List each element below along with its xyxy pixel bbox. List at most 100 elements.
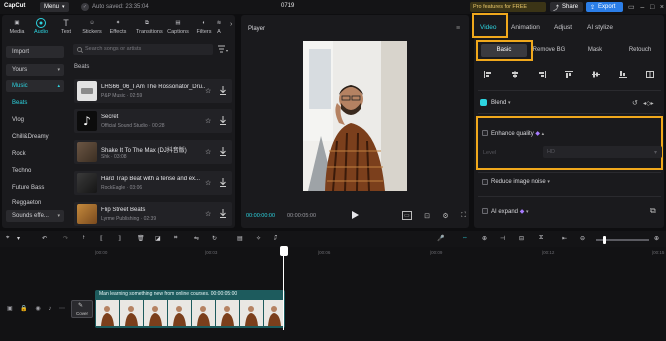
play-button[interactable] — [352, 211, 359, 219]
tab-animation[interactable]: Animation — [511, 24, 540, 31]
redo-icon[interactable]: ↷ — [63, 235, 68, 242]
category-yours[interactable]: Yours ▾ — [6, 64, 64, 76]
subtab-retouch[interactable]: Retouch — [622, 44, 658, 57]
snap-icon[interactable]: ⊣ — [500, 235, 505, 242]
import-button[interactable]: Import — [6, 46, 64, 58]
tabs-scroll-right-icon[interactable]: › — [230, 21, 232, 28]
zoom-fit-icon[interactable]: ⇤ — [562, 235, 567, 242]
select-tool-icon[interactable]: ⌖ — [6, 235, 9, 242]
category-sound-effects[interactable]: Sounds effe... ▾ — [6, 210, 64, 222]
reset-icon[interactable]: ↺ — [632, 99, 638, 107]
category-reggaeton[interactable]: Reggaeton — [6, 199, 64, 207]
export-button[interactable]: ⇪ Export — [586, 2, 623, 12]
tab-filters[interactable]: ◐ Filters — [193, 17, 215, 39]
voice-icon[interactable]: ⎎ — [274, 235, 277, 242]
zoom-in-icon[interactable]: ⊕ — [654, 235, 659, 242]
chevron-down-icon[interactable]: ▾ — [17, 235, 20, 242]
blend-checkbox[interactable] — [480, 99, 487, 106]
distribute-icon[interactable] — [646, 71, 654, 78]
eye-icon[interactable]: ◉ — [35, 305, 40, 312]
category-beats[interactable]: Beats — [6, 97, 64, 109]
category-rock[interactable]: Rock — [6, 148, 64, 160]
tab-text[interactable]: T Text — [55, 17, 77, 39]
preview-axis-icon[interactable]: ⊟ — [519, 235, 524, 242]
favorite-star-icon[interactable]: ☆ — [205, 179, 211, 187]
align-bottom-icon[interactable] — [619, 71, 627, 78]
microphone-icon[interactable]: 🎤 — [437, 235, 444, 242]
split-right-icon[interactable]: ⟧ — [118, 235, 121, 242]
zoom-out-icon[interactable]: ⊖ — [580, 235, 585, 242]
tab-adjust[interactable]: Adjust — [554, 24, 572, 31]
cut-icon[interactable]: ⧖ — [539, 235, 543, 242]
menu-icon[interactable]: ≡ — [456, 25, 460, 32]
aspect-ratio-icon[interactable]: ▭ — [402, 211, 412, 220]
crop-icon[interactable]: ⌗ — [174, 235, 177, 242]
align-left-icon[interactable] — [484, 71, 492, 78]
track-item[interactable]: Shake It To The Max (DJ抖音版) Shk · 03:08 … — [74, 140, 232, 164]
speaker-icon[interactable]: ♪ — [48, 306, 51, 312]
subtab-mask[interactable]: Mask — [580, 44, 610, 57]
download-icon[interactable] — [219, 209, 227, 218]
tab-audio[interactable]: Audio — [30, 17, 52, 39]
mask-icon[interactable]: ◪ — [155, 235, 161, 242]
align-top-icon[interactable] — [565, 71, 573, 78]
category-techno[interactable]: Techno — [6, 165, 64, 177]
minimize-icon[interactable]: – — [640, 4, 644, 11]
split-left-icon[interactable]: ⟦ — [100, 235, 103, 242]
subtab-basic[interactable]: Basic — [481, 44, 527, 57]
favorite-star-icon[interactable]: ☆ — [205, 148, 211, 156]
track-item[interactable]: Hard Trap Beat with a tense and ex... Ro… — [74, 171, 232, 195]
download-icon[interactable] — [219, 116, 227, 125]
layout-icon[interactable]: ▭ — [628, 3, 635, 11]
freeze-icon[interactable]: ▤ — [237, 235, 243, 242]
keyframe-icon[interactable]: ◂◇▸ — [643, 100, 654, 107]
ai-expand-checkbox[interactable] — [482, 208, 488, 214]
tab-transitions[interactable]: ⧉ Transitions — [136, 17, 163, 39]
category-vlog[interactable]: Vlog — [6, 114, 64, 126]
pro-promo-button[interactable]: Pro features for FREE — [470, 2, 546, 12]
tab-media[interactable]: ▣ Media — [6, 17, 28, 39]
link-icon[interactable]: ⇔ — [462, 235, 468, 241]
compare-icon[interactable]: ⧉ — [650, 206, 656, 216]
subtab-remove-bg[interactable]: Remove BG — [530, 44, 568, 57]
quality-icon[interactable]: ⚙ — [442, 212, 448, 220]
tab-video[interactable]: Video — [480, 24, 497, 31]
tab-stickers[interactable]: ☺ Stickers — [81, 17, 103, 39]
tab-effects[interactable]: ✦ Effects — [107, 17, 129, 39]
mirror-icon[interactable]: ⇋ — [194, 235, 199, 242]
project-name[interactable]: 0719 — [281, 3, 294, 9]
lock-icon[interactable]: 🔒 — [20, 305, 27, 312]
download-icon[interactable] — [219, 178, 227, 187]
share-button[interactable]: ⤴ Share — [550, 2, 583, 12]
menu-button[interactable]: Menu ▾ — [40, 2, 69, 12]
track-item[interactable]: ♪ Secret Official Sound Studio · 00:28 ☆ — [74, 109, 232, 133]
zoom-slider-handle[interactable] — [603, 236, 606, 244]
magnet-icon[interactable]: ⊕ — [482, 235, 487, 242]
tab-captions[interactable]: ▤ Captions — [167, 17, 189, 39]
close-icon[interactable]: × — [660, 4, 664, 11]
enhance-quality-checkbox[interactable] — [482, 130, 488, 136]
favorite-star-icon[interactable]: ☆ — [205, 117, 211, 125]
video-preview[interactable] — [303, 41, 407, 191]
track-lock-icon[interactable]: ▣ — [7, 305, 13, 312]
tab-ai-stylize[interactable]: AI stylize — [587, 24, 613, 31]
rotate-icon[interactable]: ↻ — [212, 235, 217, 242]
favorite-star-icon[interactable]: ☆ — [205, 210, 211, 218]
fullscreen-icon[interactable]: ⛶ — [461, 212, 466, 220]
category-chill-dreamy[interactable]: Chill&Dreamy — [6, 131, 64, 143]
category-music[interactable]: Music ▴ — [6, 80, 64, 92]
download-icon[interactable] — [219, 86, 227, 95]
track-item[interactable]: Flip Street Beats Lyrme Publishing · 02:… — [74, 202, 232, 226]
reduce-noise-checkbox[interactable] — [482, 179, 488, 185]
delete-icon[interactable]: 🗑 — [137, 235, 145, 242]
filter-icon[interactable] — [218, 45, 228, 53]
track-item[interactable]: LHS66_06_I Am The Rossonator_Dru... P&P … — [74, 79, 232, 103]
level-select[interactable]: HD — [543, 146, 662, 158]
magic-tool-icon[interactable]: ✧ — [256, 235, 261, 242]
align-center-h-icon[interactable] — [511, 71, 519, 78]
maximize-icon[interactable]: □ — [650, 4, 654, 11]
favorite-star-icon[interactable]: ☆ — [205, 87, 211, 95]
search-input[interactable]: Search songs or artists — [73, 44, 213, 55]
snapshot-icon[interactable]: ⊡ — [424, 212, 430, 220]
download-icon[interactable] — [219, 147, 227, 156]
